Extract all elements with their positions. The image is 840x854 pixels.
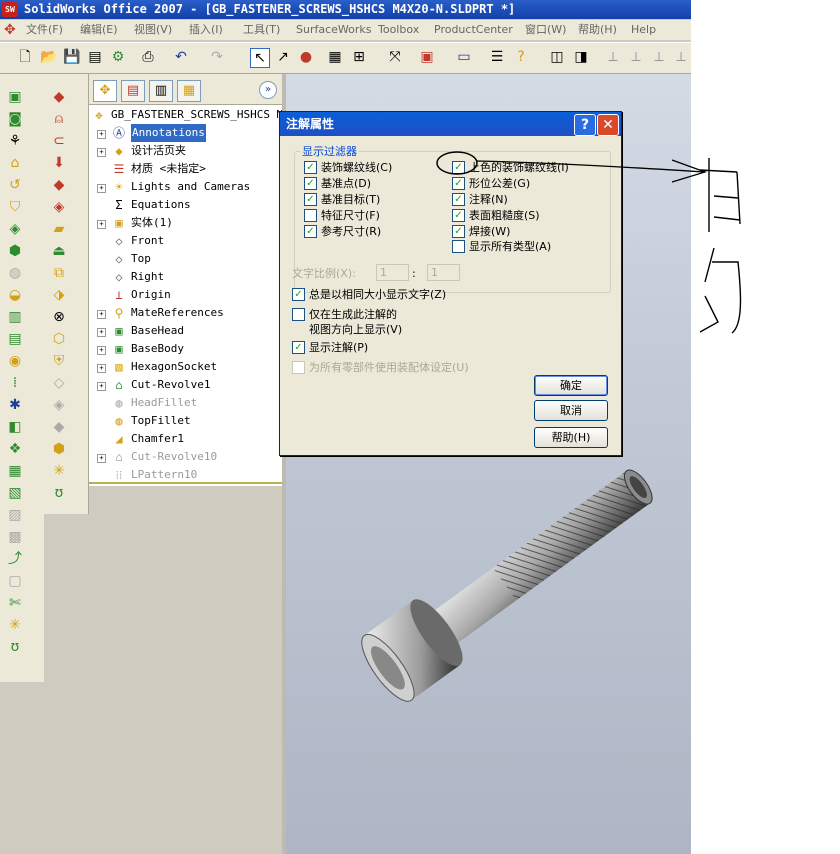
handwriting-icon xyxy=(699,158,742,334)
circle-mark-icon xyxy=(436,151,478,175)
arrow-line-icon xyxy=(475,160,706,173)
handwritten-annotation xyxy=(436,151,742,334)
